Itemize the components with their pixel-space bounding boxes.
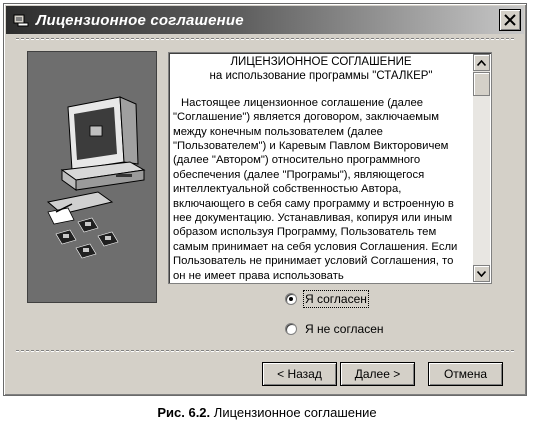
license-text: ЛИЦЕНЗИОННОЕ СОГЛАШЕНИЕ на использование…	[173, 55, 469, 281]
close-icon	[504, 14, 516, 26]
license-heading: ЛИЦЕНЗИОННОЕ СОГЛАШЕНИЕ	[230, 56, 412, 68]
agree-label: Я согласен	[303, 290, 369, 308]
back-button[interactable]: < Назад	[262, 362, 337, 386]
separator-top	[16, 38, 514, 40]
close-button[interactable]	[499, 9, 521, 31]
arrow-up-icon	[477, 59, 486, 66]
window-title: Лицензионное соглашение	[36, 11, 244, 29]
license-dialog: Лицензионное соглашение ЛИЦЕНЗИОННОЕ СОГ…	[3, 3, 527, 396]
disagree-label: Я не согласен	[305, 322, 384, 336]
selected-dot	[289, 297, 293, 301]
license-body: Настоящее лицензионное соглашение (далее…	[173, 96, 458, 281]
next-button[interactable]: Далее >	[340, 362, 415, 386]
license-text-box[interactable]: ЛИЦЕНЗИОННОЕ СОГЛАШЕНИЕ на использование…	[168, 52, 492, 284]
vertical-scrollbar[interactable]	[473, 54, 490, 282]
scroll-up-button[interactable]	[473, 54, 490, 71]
installer-icon	[12, 11, 30, 29]
figure-caption: Рис. 6.2. Лицензионное соглашение	[0, 405, 534, 420]
title-bar[interactable]: Лицензионное соглашение	[6, 6, 524, 34]
agree-radio[interactable]	[285, 293, 297, 305]
setup-illustration	[27, 51, 157, 303]
scroll-down-button[interactable]	[473, 265, 490, 282]
scroll-thumb[interactable]	[473, 72, 490, 96]
license-subheading: на использование программы "СТАЛКЕР"	[209, 70, 433, 83]
separator-bottom	[16, 350, 514, 352]
cancel-button[interactable]: Отмена	[428, 362, 503, 386]
disagree-option[interactable]: Я не согласен	[285, 322, 384, 336]
figure-title: Лицензионное соглашение	[213, 405, 377, 420]
agree-option[interactable]: Я согласен	[285, 290, 369, 308]
figure-number: Рис. 6.2.	[157, 405, 211, 420]
disagree-radio[interactable]	[285, 323, 297, 335]
arrow-down-icon	[477, 270, 486, 277]
